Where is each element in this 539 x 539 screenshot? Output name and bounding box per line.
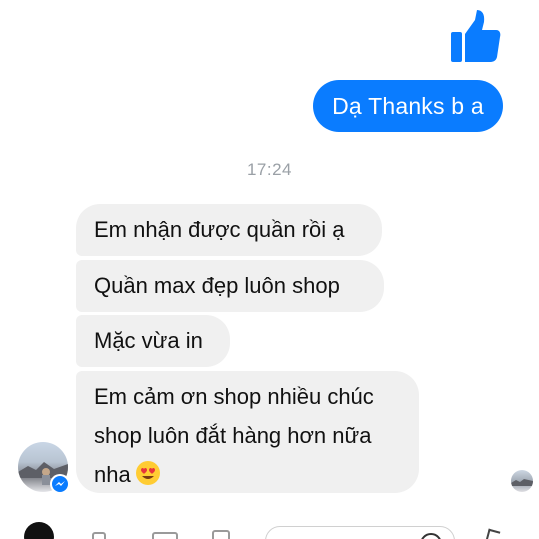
incoming-message-bubble[interactable]: Em cảm ơn shop nhiều chúc shop luôn đắt … xyxy=(76,371,419,493)
messenger-icon xyxy=(50,474,70,494)
message-text-line: shop luôn đắt hàng hơn nữa xyxy=(94,423,372,448)
mic-icon[interactable] xyxy=(212,530,230,539)
camera-icon[interactable] xyxy=(24,522,54,539)
gif-icon[interactable] xyxy=(152,532,178,539)
heart-eyes-emoji-icon xyxy=(135,459,161,498)
thumbs-up-icon[interactable] xyxy=(449,8,501,64)
message-text: Mặc vừa in xyxy=(94,328,203,353)
message-text-last-line: nha xyxy=(94,455,401,498)
message-timestamp: 17:24 xyxy=(246,160,293,179)
message-text: Quần max đẹp luôn shop xyxy=(94,273,340,298)
message-text-line: Em cảm ơn shop nhiều chúc xyxy=(94,384,374,409)
message-text-line: nha xyxy=(94,462,131,487)
message-text: Dạ Thanks b a xyxy=(332,93,484,119)
image-icon[interactable] xyxy=(92,532,106,539)
incoming-message-bubble[interactable]: Quần max đẹp luôn shop xyxy=(76,260,384,312)
seen-avatar xyxy=(511,470,533,492)
incoming-message-bubble[interactable]: Em nhận được quần rồi ạ xyxy=(76,204,382,256)
message-text: Em nhận được quần rồi ạ xyxy=(94,217,345,242)
outgoing-message-bubble[interactable]: Dạ Thanks b a xyxy=(313,80,503,132)
send-icon[interactable] xyxy=(485,528,501,539)
incoming-message-bubble[interactable]: Mặc vừa in xyxy=(76,315,230,367)
